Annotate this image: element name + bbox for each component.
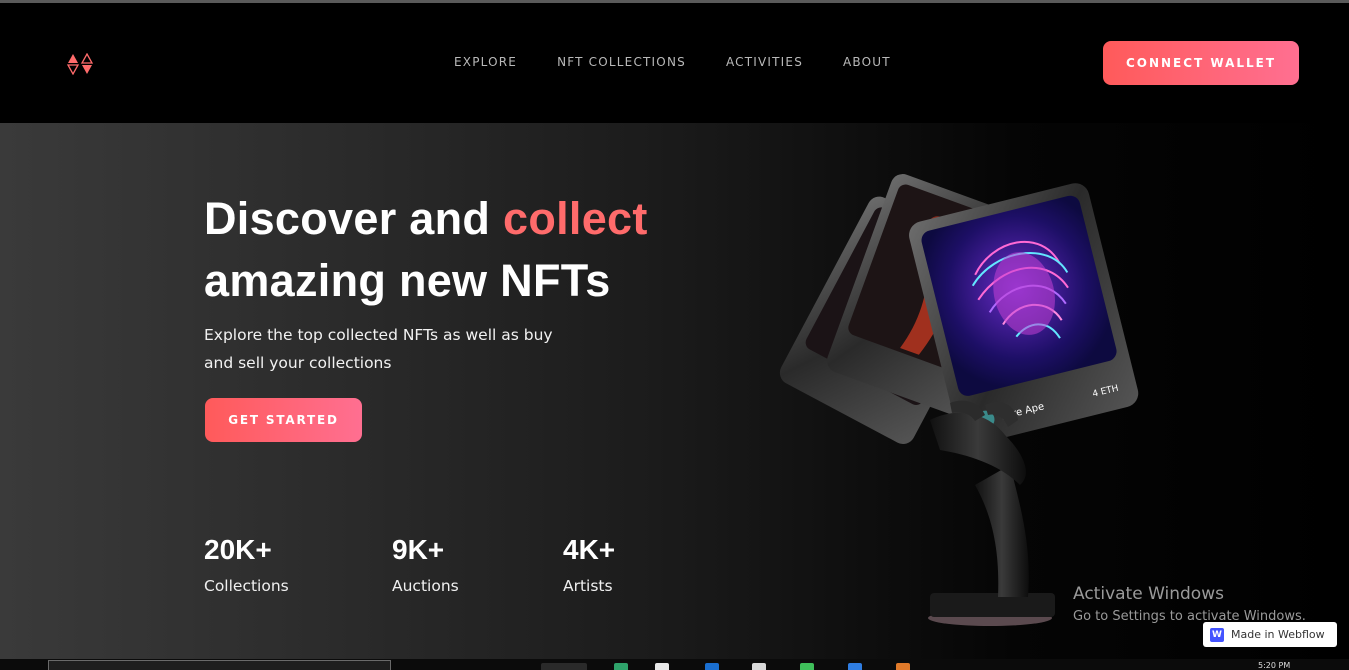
taskbar-active-app-icon[interactable] xyxy=(541,663,587,670)
nav-explore[interactable]: EXPLORE xyxy=(454,55,517,69)
stat-label: Collections xyxy=(204,577,289,595)
stat-value: 4K+ xyxy=(563,534,616,565)
stat-artists: 4K+ Artists xyxy=(563,533,615,597)
stat-collections: 20K+ Collections xyxy=(204,533,289,597)
hero-subtitle: Explore the top collected NFTs as well a… xyxy=(204,326,553,372)
taskbar-app-icon[interactable] xyxy=(848,663,862,670)
webflow-badge-label: Made in Webflow xyxy=(1231,628,1325,641)
hero-title-part1: Discover and xyxy=(204,193,504,244)
nav-about[interactable]: ABOUT xyxy=(843,55,891,69)
taskbar-app-icon[interactable] xyxy=(614,663,628,670)
stat-label: Auctions xyxy=(392,577,459,595)
webflow-icon: W xyxy=(1210,627,1224,642)
taskbar-app-icon[interactable] xyxy=(705,663,719,670)
taskbar-app-icon[interactable] xyxy=(752,663,766,670)
made-in-webflow-badge[interactable]: W Made in Webflow xyxy=(1203,622,1337,647)
windows-activation-watermark: Activate Windows Go to Settings to activ… xyxy=(1073,583,1306,627)
taskbar-app-icon[interactable] xyxy=(896,663,910,670)
hero-title-part2: amazing new NFTs xyxy=(204,255,611,306)
main-nav: EXPLORE NFT COLLECTIONS ACTIVITIES ABOUT xyxy=(454,55,891,69)
stat-label: Artists xyxy=(563,577,613,595)
activation-title: Activate Windows xyxy=(1073,584,1224,604)
hero-title: Discover and collect amazing new NFTs xyxy=(204,188,724,312)
logo-icon[interactable] xyxy=(66,53,96,75)
nft-hand-illustration: Wire Ape 4 ETH xyxy=(779,174,1139,626)
taskbar-clock[interactable]: 5:20 PM xyxy=(1258,661,1290,670)
taskbar-search-box[interactable] xyxy=(48,660,391,670)
site-header: EXPLORE NFT COLLECTIONS ACTIVITIES ABOUT… xyxy=(0,3,1349,123)
get-started-button[interactable]: GET STARTED xyxy=(205,398,362,442)
stat-value: 9K+ xyxy=(392,534,445,565)
stat-value: 20K+ xyxy=(204,534,272,565)
taskbar-app-icon[interactable] xyxy=(655,663,669,670)
nav-activities[interactable]: ACTIVITIES xyxy=(726,55,803,69)
stat-auctions: 9K+ Auctions xyxy=(392,533,459,597)
hero-title-accent: collect xyxy=(503,193,648,244)
nav-nft-collections[interactable]: NFT COLLECTIONS xyxy=(557,55,686,69)
connect-wallet-button[interactable]: CONNECT WALLET xyxy=(1103,41,1299,85)
taskbar-app-icon[interactable] xyxy=(800,663,814,670)
